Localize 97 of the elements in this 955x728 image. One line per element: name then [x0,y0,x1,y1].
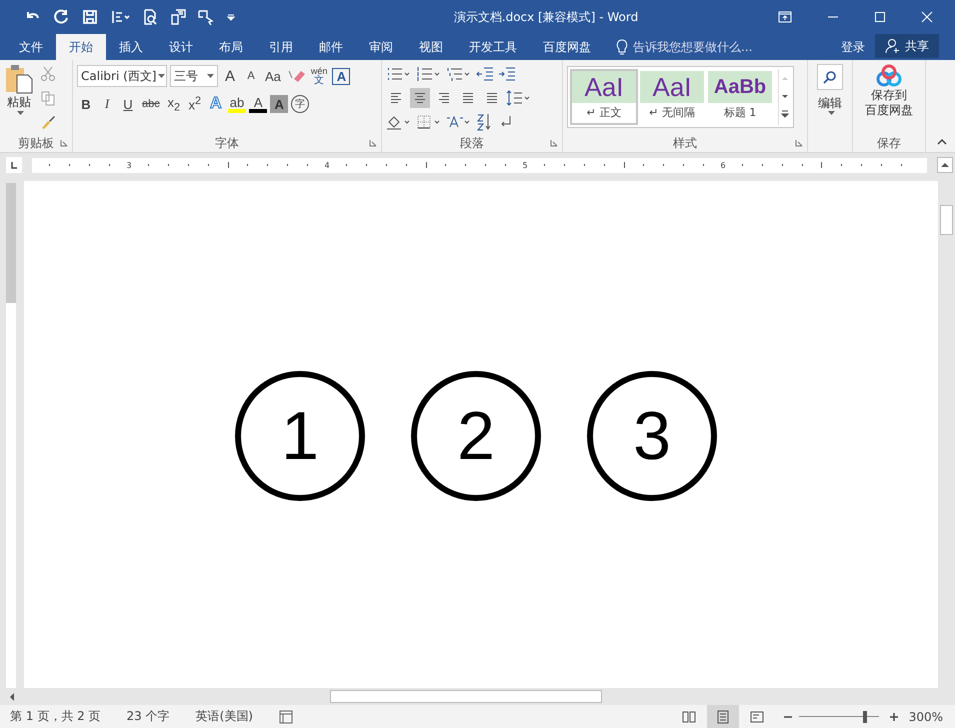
align-icon [437,92,451,104]
touch-mode-icon[interactable] [198,9,214,25]
font-tool-button[interactable]: I [98,93,116,115]
group-label: 字体 [215,134,239,152]
status-text[interactable]: 英语(美国) [196,708,253,725]
caret-icon [158,74,166,78]
ribbon-tab[interactable]: 百度网盘 [530,34,604,60]
save-icon[interactable] [82,9,98,25]
group-label: 样式 [673,134,697,152]
ribbon-tab[interactable]: 邮件 [306,34,356,60]
redo-icon[interactable] [54,9,70,25]
align-icon [389,92,403,104]
asian-layout-icon[interactable] [446,114,472,130]
person-add-icon [885,38,901,54]
save-to-cloud-button[interactable]: 保存到 百度网盘 [857,64,921,118]
sign-in-link[interactable]: 登录 [831,34,875,60]
line-spacing-icon[interactable] [506,90,532,106]
style-item[interactable]: AaI ↵ 正文 [570,69,638,125]
borders-icon[interactable] [416,114,442,130]
ribbon-tab[interactable]: 插入 [106,34,156,60]
group-label: 段落 [460,134,484,152]
font-name-field[interactable]: Calibri (西文] [77,65,167,87]
search-icon [823,70,837,84]
view-icon [714,708,731,724]
window-title: 演示文档.docx [兼容模式] - Word [452,8,640,26]
multilevel-list-icon[interactable] [446,66,472,82]
customize-icon[interactable] [226,12,236,22]
editing-button[interactable]: 编辑 [812,64,848,116]
font-tool-button[interactable]: B [77,93,95,115]
tell-me-field[interactable]: 告诉我您想要做什么... [633,40,813,54]
caret-icon [16,111,24,116]
paragraph-icon[interactable] [110,9,130,25]
caret-icon [828,111,834,116]
bullets-icon[interactable] [386,66,412,82]
ribbon-tab[interactable]: 开始 [56,34,106,60]
align-button[interactable] [410,88,430,108]
zoom-in-icon[interactable] [888,712,899,722]
group-label: 保存 [877,134,901,152]
font-tool-button[interactable]: A [270,95,288,113]
dialog-launcher-icon[interactable] [60,139,68,147]
horizontal-ruler: 3 4 5 6 [32,158,927,172]
font-tool-button[interactable]: U [119,93,137,115]
circled-number: 2 [411,370,541,500]
print-preview-icon[interactable] [142,9,158,25]
view-button[interactable] [706,705,739,728]
status-text[interactable]: 23 个字 [126,708,170,725]
font-tool-button[interactable]: A [242,65,260,87]
font-tool-button[interactable]: ab [228,95,246,113]
tab-stop-icon[interactable] [6,157,22,173]
font-tool-button[interactable]: abc [140,93,162,115]
font-tool-button[interactable]: Aa [263,65,283,87]
circled-number: 3 [587,370,717,500]
numbering-icon[interactable] [416,66,442,82]
maximize-icon[interactable] [874,11,886,23]
shading-icon[interactable] [386,114,412,130]
view-icon [680,708,697,724]
ribbon-tab[interactable]: 文件 [6,34,56,60]
cloud-icon [875,64,903,88]
align-icon [461,92,475,104]
font-tool-button[interactable]: x$_{2}$ [164,93,183,115]
zoom-level[interactable]: 300% [908,710,943,724]
font-tool-button[interactable]: 字 [291,95,310,113]
dialog-launcher-icon[interactable] [550,139,558,147]
ribbon-tab[interactable]: 视图 [406,34,456,60]
phonetic-guide-button[interactable]: wén 文 [308,65,330,87]
scroll-up-icon[interactable] [937,157,953,173]
status-text[interactable]: 第 1 页，共 2 页 [10,708,101,725]
format-painter-icon[interactable] [40,114,56,130]
font-size-field[interactable]: 三号 [170,65,218,87]
align-icon [413,92,427,104]
cut-icon[interactable] [40,66,56,82]
increase-indent-icon[interactable] [498,66,516,82]
font-tool-button[interactable]: A [221,65,239,87]
ribbon-tab[interactable]: 引用 [256,34,306,60]
font-tool-button[interactable]: x$^{2}$ [186,93,204,115]
dialog-launcher-icon[interactable] [369,139,377,147]
font-tool-button[interactable]: A [332,68,350,84]
align-icon [485,92,499,104]
ribbon-tab[interactable]: 审阅 [356,34,406,60]
close-icon[interactable] [921,11,933,23]
lightbulb-icon [616,39,628,55]
ribbon-display-icon[interactable] [778,11,792,23]
macro-icon[interactable] [279,710,293,724]
ribbon-tab[interactable]: 设计 [156,34,206,60]
circled-number: 1 [235,370,365,500]
paste-button[interactable]: 粘贴 [4,64,34,134]
collapse-ribbon-icon[interactable] [937,138,947,146]
view-icon [748,708,765,724]
document-icon[interactable] [170,9,186,25]
caret-icon [207,74,214,78]
group-label: 剪贴板 [18,134,54,152]
ribbon-tab[interactable]: 布局 [206,34,256,60]
clipboard-icon [4,64,34,94]
ribbon-tab[interactable]: 开发工具 [456,34,530,60]
share-button[interactable]: 共享 [875,34,939,58]
dialog-launcher-icon[interactable] [795,139,803,147]
decrease-indent-icon[interactable] [476,66,494,82]
